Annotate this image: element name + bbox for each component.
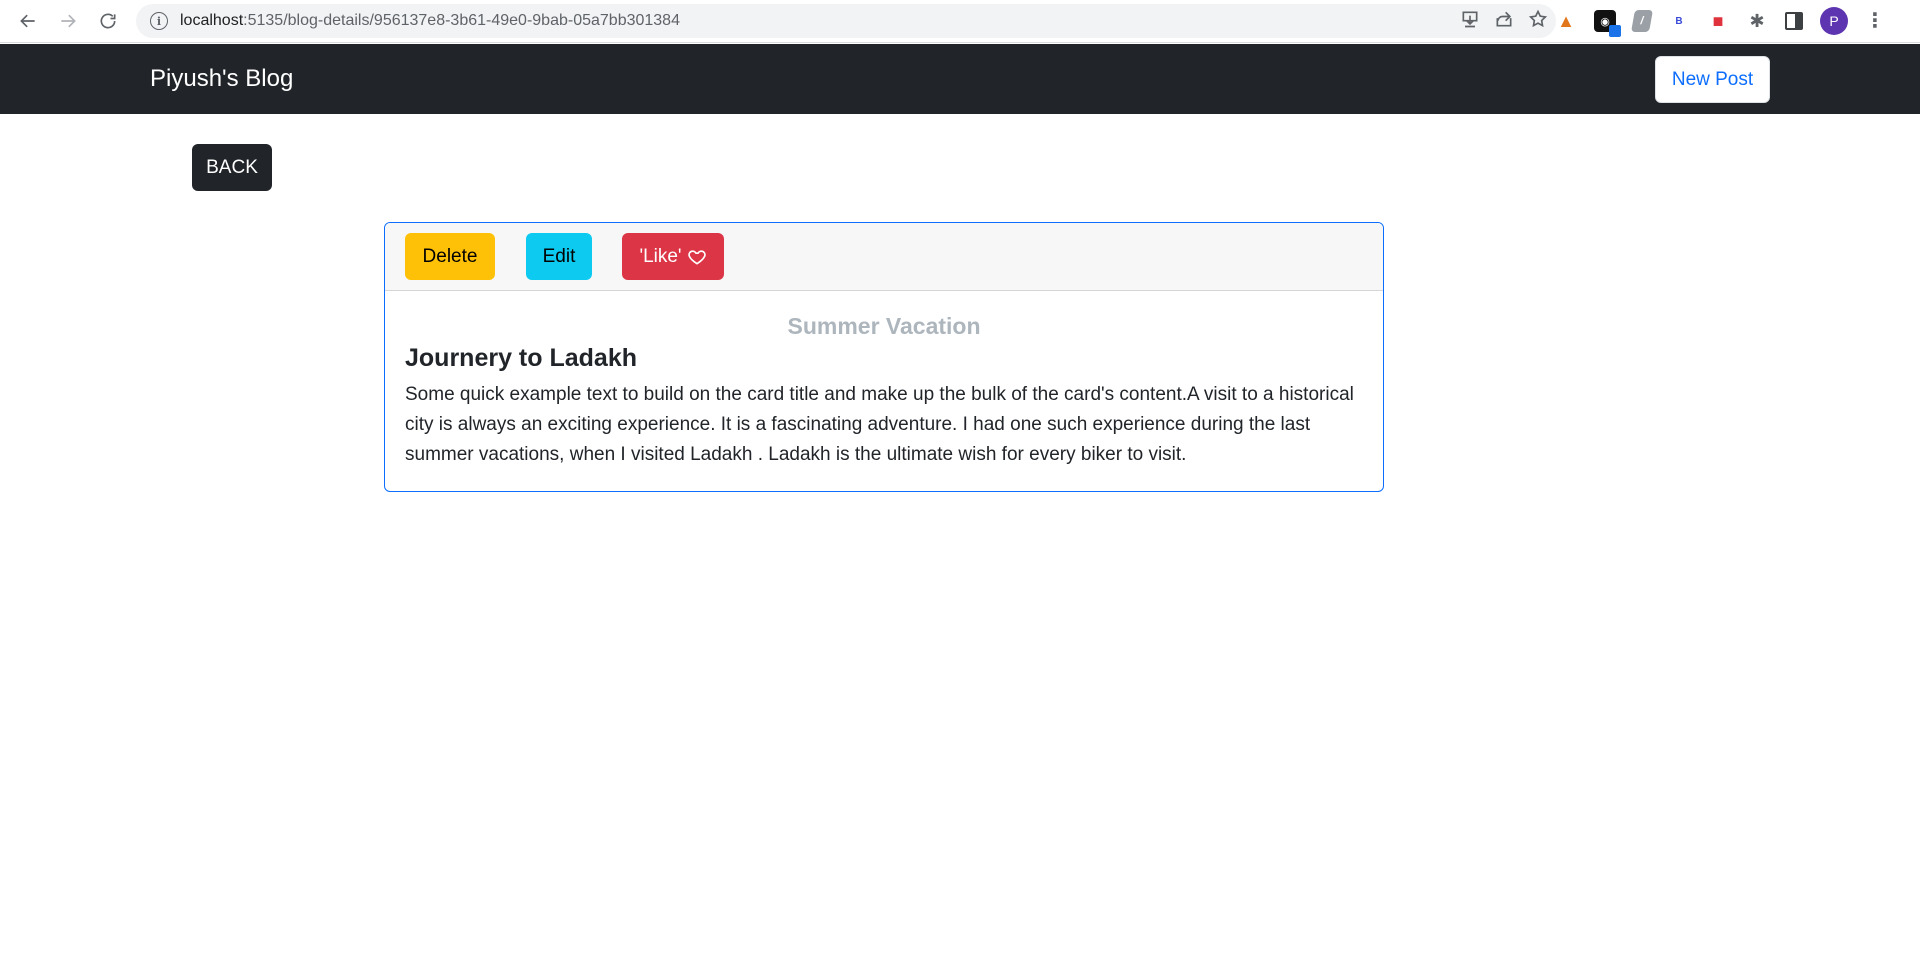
b-extension-icon[interactable]: B xyxy=(1668,10,1690,32)
camera-extension-icon[interactable]: ◉ xyxy=(1594,10,1621,37)
url-host: localhost xyxy=(180,12,244,29)
metamask-extension-icon[interactable]: ▲ xyxy=(1555,10,1577,32)
new-post-button[interactable]: New Post xyxy=(1655,56,1770,103)
omnibox-actions xyxy=(1460,4,1548,38)
browser-toolbar: i localhost:5135/blog-details/956137e8-3… xyxy=(0,0,1920,43)
extensions-area: ▲ ◉ / B ■ ✱ P ⋮ xyxy=(1555,4,1885,38)
star-icon[interactable] xyxy=(1528,9,1548,34)
browser-menu-icon[interactable]: ⋮ xyxy=(1865,11,1885,31)
edit-button[interactable]: Edit xyxy=(526,233,592,280)
like-button[interactable]: 'Like' xyxy=(622,233,724,280)
app-navbar: Piyush's Blog New Post xyxy=(0,44,1920,114)
card-text: Some quick example text to build on the … xyxy=(405,384,1354,465)
stripe-extension-icon[interactable]: / xyxy=(1631,10,1653,32)
side-panel-icon[interactable] xyxy=(1785,12,1803,30)
url-path: :5135/blog-details/956137e8-3b61-49e0-9b… xyxy=(243,12,680,29)
install-icon[interactable] xyxy=(1460,9,1480,34)
back-arrow-icon[interactable] xyxy=(14,7,42,35)
card-subtitle: Summer Vacation xyxy=(787,313,981,339)
card-title: Journery to Ladakh xyxy=(405,344,637,372)
back-button[interactable]: BACK xyxy=(192,144,272,191)
reload-icon[interactable] xyxy=(94,7,122,35)
delete-button[interactable]: Delete xyxy=(405,233,495,280)
card-header: Delete Edit 'Like' xyxy=(385,223,1383,291)
puzzle-extensions-icon[interactable]: ✱ xyxy=(1746,10,1768,32)
forward-arrow-icon[interactable] xyxy=(54,7,82,35)
brand-title[interactable]: Piyush's Blog xyxy=(150,44,293,114)
card-body: Summer Vacation Journery to Ladakh Some … xyxy=(385,291,1383,490)
like-label: 'Like' xyxy=(639,245,682,267)
profile-avatar[interactable]: P xyxy=(1820,7,1848,35)
share-icon[interactable] xyxy=(1494,9,1514,34)
address-bar[interactable]: i localhost:5135/blog-details/956137e8-3… xyxy=(136,4,1556,38)
site-info-icon[interactable]: i xyxy=(150,12,168,30)
blog-card: Delete Edit 'Like' Summer Vacation Journ… xyxy=(384,222,1384,492)
heart-icon xyxy=(687,249,706,265)
bag-extension-icon[interactable]: ■ xyxy=(1707,10,1729,32)
